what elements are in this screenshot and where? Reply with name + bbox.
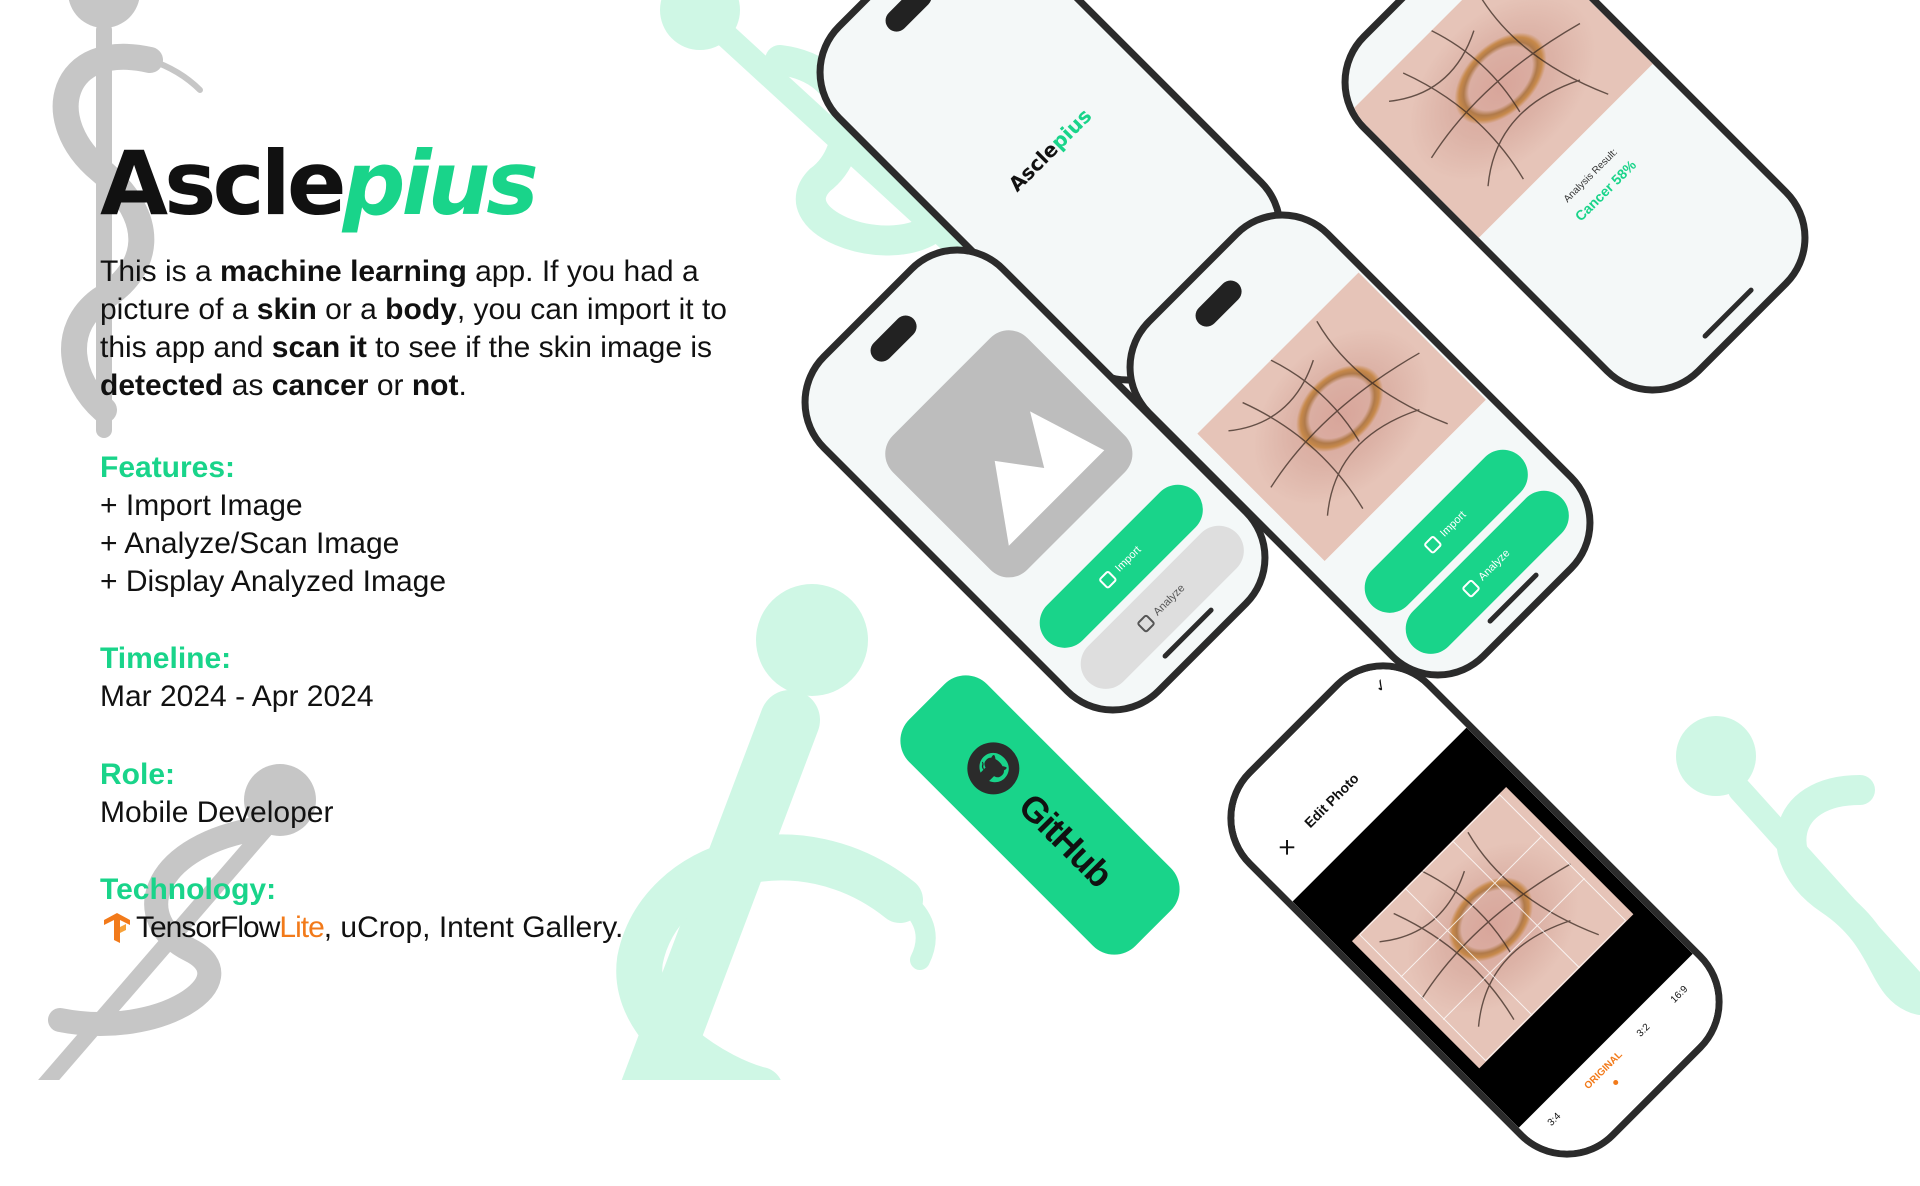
intro-seg: This is a [100, 255, 221, 288]
intro-paragraph: This is a machine learning app. If you h… [100, 253, 740, 405]
intro-seg: or [368, 369, 412, 402]
edit-photo-title: Edit Photo [1301, 769, 1362, 831]
intro-seg: not [411, 369, 459, 402]
tensorflow-icon [104, 913, 130, 943]
import-button-label: Import [1113, 543, 1144, 575]
technology-section: Technology: TensorFlow Lite, uCrop, Inten… [100, 871, 740, 947]
splash-logo: Asclepius [955, 55, 1146, 246]
feature-item: + Display Analyzed Image [100, 565, 447, 598]
feature-item: + Analyze/Scan Image [100, 527, 400, 560]
phone-edit-photo: ✕ Edit Photo ✓ 3:4 ORIGINAL 3:2 16:9 [1199, 634, 1751, 1186]
intro-seg: to see if the skin image is [366, 331, 713, 364]
app-logo: Asclepius [100, 140, 539, 228]
features-heading: Features: [100, 451, 236, 484]
intro-seg: detected [100, 369, 224, 402]
ratio-active-dot [1612, 1078, 1620, 1087]
import-button-label: Import [1438, 508, 1469, 540]
skin-lesion-image [1351, 0, 1653, 238]
import-icon [1423, 534, 1444, 555]
role-section: Role: Mobile Developer [100, 756, 740, 832]
analyze-icon [1461, 578, 1482, 599]
timeline-value: Mar 2024 - Apr 2024 [100, 680, 374, 713]
phone-notch [866, 311, 922, 367]
skin-lesion-image [1351, 786, 1634, 1069]
ratio-option[interactable]: 16:9 [1669, 984, 1691, 1006]
ratio-option[interactable]: 3:4 [1546, 1111, 1564, 1129]
asclepius-staff-mint-right [1676, 716, 1920, 1015]
intro-seg: scan it [271, 331, 367, 364]
technology-rest: , uCrop, Intent Gallery. [323, 911, 624, 944]
github-icon [967, 742, 1020, 795]
intro-seg: cancer [271, 369, 369, 402]
intro-seg: or a [316, 293, 386, 326]
analyze-button-label: Analyze [1151, 582, 1188, 619]
logo-part1: Ascle [100, 132, 346, 235]
timeline-heading: Timeline: [100, 642, 232, 675]
features-section: Features: + Import Image + Analyze/Scan … [100, 449, 740, 601]
feature-item: + Import Image [100, 489, 303, 522]
role-value: Mobile Developer [100, 796, 334, 829]
logo-part2: pius [342, 132, 539, 235]
technology-value: TensorFlow Lite, uCrop, Intent Gallery. [100, 909, 740, 947]
tensorflow-word: TensorFlow [136, 911, 280, 944]
home-indicator [1701, 286, 1755, 340]
github-button[interactable]: GitHub [887, 662, 1193, 968]
phone-notch [1191, 276, 1247, 332]
tensorflow-lite-word: Lite [279, 911, 324, 944]
timeline-section: Timeline: Mar 2024 - Apr 2024 [100, 640, 740, 716]
intro-seg: machine learning [220, 255, 467, 288]
confirm-icon[interactable]: ✓ [1369, 674, 1393, 698]
intro-seg: skin [256, 293, 317, 326]
intro-seg: as [223, 369, 272, 402]
intro-seg: body [385, 293, 457, 326]
import-icon [1098, 569, 1119, 590]
analyze-icon [1136, 613, 1157, 634]
github-label: GitHub [1011, 785, 1121, 895]
intro-seg: . [458, 369, 467, 402]
role-heading: Role: [100, 758, 175, 791]
phone-notch [881, 0, 937, 37]
close-icon[interactable]: ✕ [1273, 833, 1303, 863]
technology-heading: Technology: [100, 873, 277, 906]
ratio-option[interactable]: 3:2 [1635, 1022, 1653, 1040]
analyze-button-label: Analyze [1476, 547, 1513, 584]
